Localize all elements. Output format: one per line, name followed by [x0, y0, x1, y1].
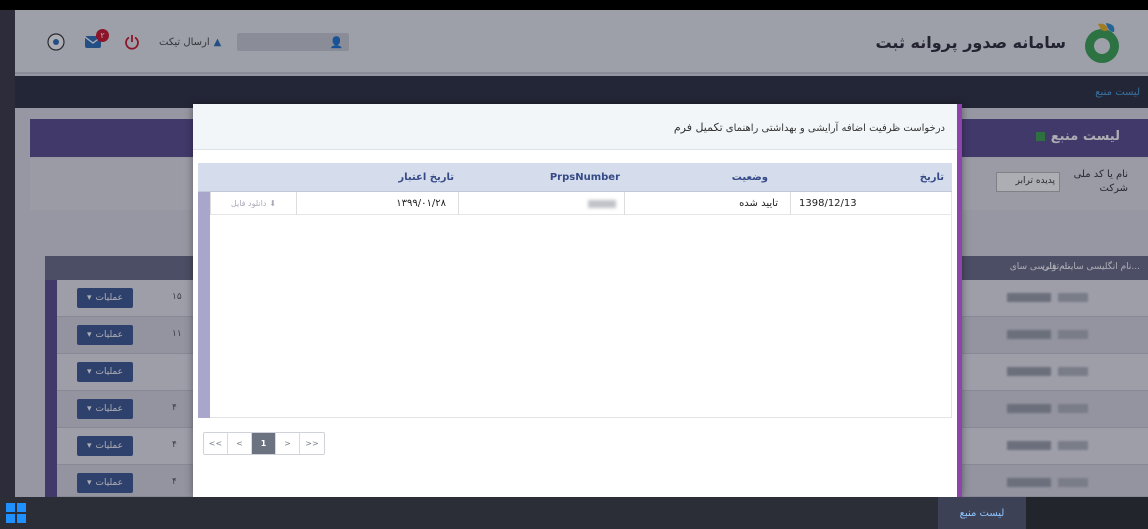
column-header-date[interactable]: تاریخ: [920, 172, 944, 183]
download-icon: ⬇: [269, 199, 277, 208]
prps-number-cell: [458, 192, 624, 215]
prev-page-button[interactable]: <: [228, 433, 252, 454]
download-link[interactable]: دانلود فایل ⬇: [231, 199, 276, 208]
date-cell: 1398/12/13: [790, 192, 952, 215]
modal-accent-bar: [957, 104, 962, 497]
window-frame-top: [0, 0, 1148, 10]
history-grid: تاریخ وضعیت PrpsNumber تاریخ اعتبار دانل…: [198, 163, 952, 518]
taskbar-item[interactable]: لیست منبع: [938, 497, 1026, 529]
pagination: << < 1 > >>: [203, 432, 325, 455]
redacted-value: [588, 199, 616, 208]
download-cell: دانلود فایل ⬇: [210, 192, 296, 215]
table-row[interactable]: دانلود فایل ⬇ ۱۳۹۹/۰۱/۲۸ تایید شده 1398/1…: [210, 192, 952, 215]
last-page-button[interactable]: >>: [300, 433, 324, 454]
first-page-button[interactable]: <<: [204, 433, 228, 454]
download-label: دانلود فایل: [230, 199, 267, 208]
column-header-validity[interactable]: تاریخ اعتبار: [398, 172, 454, 183]
taskbar: لیست منبع: [0, 497, 1148, 529]
modal-header: درخواست ظرفیت اضافه آرایشی و بهداشتی راه…: [193, 104, 957, 150]
column-header-status[interactable]: وضعیت: [732, 172, 768, 183]
next-page-button[interactable]: >: [276, 433, 300, 454]
screen: ۲ ارسال تیکت ▲ 👤 سامانه صدور پروانه ثبت …: [0, 0, 1148, 529]
taskbar-tray: [1026, 497, 1148, 529]
guide-modal: درخواست ظرفیت اضافه آرایشی و بهداشتی راه…: [193, 104, 962, 497]
column-header-prps-number[interactable]: PrpsNumber: [550, 172, 620, 183]
page-1-button[interactable]: 1: [252, 433, 276, 454]
modal-title-prefix: درخواست ظرفیت اضافه آرایشی و بهداشتی راه…: [722, 123, 945, 134]
modal-title-main: تکمیل فرم: [673, 121, 723, 134]
status-cell: تایید شده: [624, 192, 790, 215]
grid-body: دانلود فایل ⬇ ۱۳۹۹/۰۱/۲۸ تایید شده 1398/1…: [210, 192, 952, 418]
grid-side-strip: [198, 192, 210, 418]
validity-cell: ۱۳۹۹/۰۱/۲۸: [296, 192, 458, 215]
grid-header: تاریخ وضعیت PrpsNumber تاریخ اعتبار: [198, 163, 952, 192]
modal-title: درخواست ظرفیت اضافه آرایشی و بهداشتی راه…: [674, 121, 945, 134]
windows-start-icon[interactable]: [6, 503, 26, 523]
